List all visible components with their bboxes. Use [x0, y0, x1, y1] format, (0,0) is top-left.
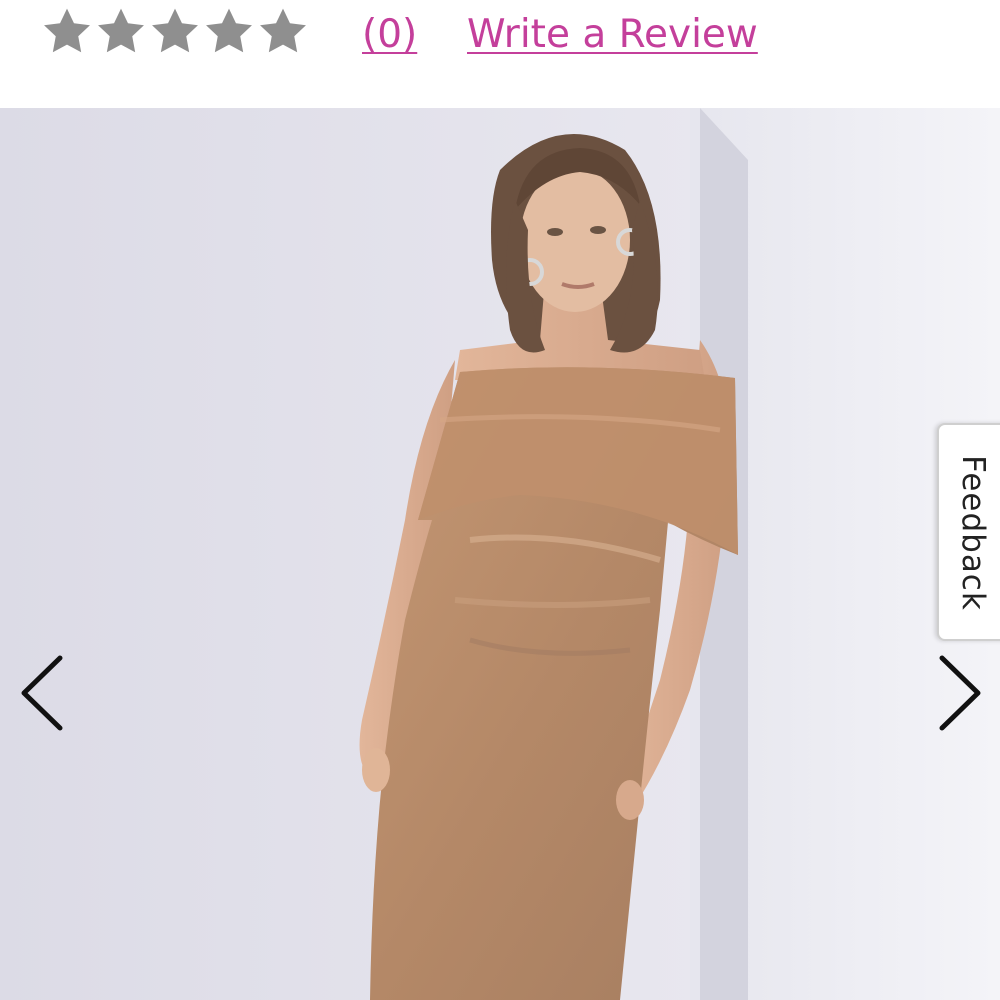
chevron-left-icon — [21, 655, 63, 731]
next-image-button[interactable] — [928, 650, 988, 736]
star-icon — [206, 8, 252, 53]
star-icon — [98, 8, 144, 53]
rating-bar: (0) Write a Review — [0, 0, 1000, 108]
feedback-label: Feedback — [955, 455, 991, 611]
star-icon — [260, 8, 306, 53]
product-photo — [0, 108, 1000, 1000]
star-icon — [44, 8, 90, 53]
star-rating — [40, 4, 310, 60]
review-count-link[interactable]: (0) — [362, 12, 417, 57]
chevron-right-icon — [939, 655, 981, 731]
product-image[interactable] — [0, 108, 1000, 1000]
previous-image-button[interactable] — [10, 650, 70, 736]
write-review-link[interactable]: Write a Review — [467, 12, 758, 57]
feedback-tab[interactable]: Feedback — [937, 423, 1000, 641]
star-icon — [152, 8, 198, 53]
